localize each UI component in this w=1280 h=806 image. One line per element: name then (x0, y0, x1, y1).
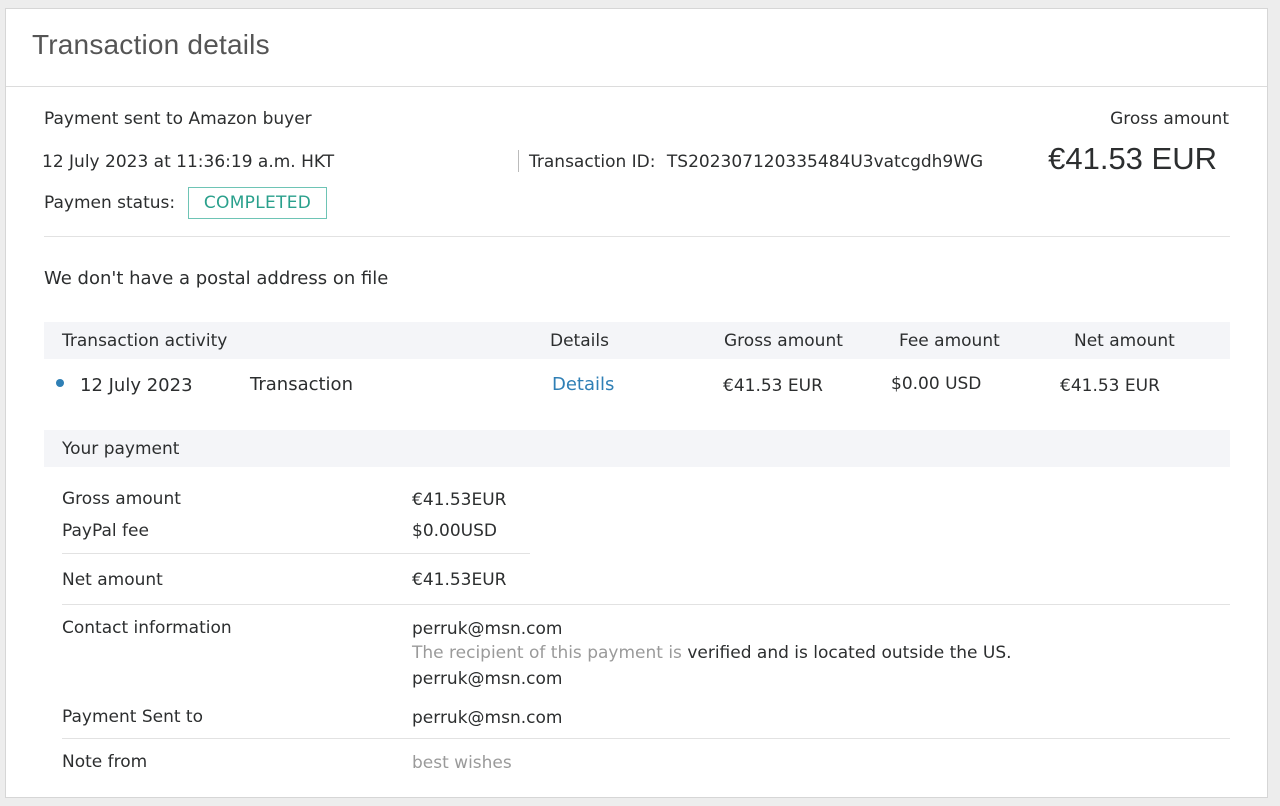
activity-date: 12 July 2023 (80, 375, 193, 396)
contact-email: perruk@msn.com (412, 619, 563, 639)
transaction-description: Payment sent to Amazon buyer (44, 109, 312, 129)
note-value: best wishes (412, 753, 512, 773)
note-label: Note from (62, 752, 148, 772)
activity-fee: $0.00 USD (891, 374, 982, 394)
sent-to-value: perruk@msn.com (412, 708, 563, 728)
contact-email-secondary: perruk@msn.com (412, 669, 563, 689)
status-badge: COMPLETED (188, 187, 327, 219)
activity-header-row: Transaction activity Details Gross amoun… (44, 322, 1230, 359)
transaction-id-value: TS202307120335484U3vatcgdh9WG (666, 152, 984, 172)
col-fee: Fee amount (899, 331, 1000, 351)
col-net: Net amount (1074, 331, 1175, 351)
contact-divider (62, 604, 1230, 605)
payment-net-label: Net amount (62, 570, 163, 590)
panel-header: Transaction details (6, 9, 1267, 87)
col-details: Details (550, 331, 609, 351)
address-note: We don't have a postal address on file (44, 268, 389, 289)
payment-net-value: €41.53EUR (412, 570, 507, 590)
note-divider (62, 738, 1230, 739)
gross-amount-value: €41.53 EUR (1048, 141, 1217, 176)
payment-gross-value: €41.53EUR (412, 490, 507, 510)
contact-label: Contact information (62, 618, 232, 638)
col-gross: Gross amount (724, 331, 843, 351)
details-link[interactable]: Details (552, 374, 614, 395)
summary-separator (518, 150, 519, 172)
summary-divider (44, 236, 1230, 237)
verification-prefix: The recipient of this payment is (412, 643, 682, 663)
payment-fee-value: $0.00USD (412, 521, 497, 541)
activity-bullet-icon (56, 379, 64, 387)
page-title: Transaction details (32, 29, 270, 60)
col-activity: Transaction activity (62, 331, 228, 351)
activity-gross: €41.53 EUR (723, 376, 823, 396)
verification-status: verified and is located outside the US. (687, 643, 1012, 663)
verification-note: The recipient of this payment is verifie… (412, 643, 1012, 663)
transaction-datetime: 12 July 2023 at 11:36:19 a.m. HKT (42, 152, 335, 172)
transaction-id-label: Transaction ID: (529, 152, 656, 172)
your-payment-header: Your payment (44, 430, 1230, 467)
activity-type: Transaction (250, 374, 353, 395)
payment-gross-label: Gross amount (62, 489, 181, 509)
gross-amount-label: Gross amount (1110, 109, 1229, 129)
transaction-details-panel: Transaction details Payment sent to Amaz… (5, 8, 1268, 798)
status-label: Paymen status: (44, 193, 176, 213)
net-divider (62, 553, 530, 554)
payment-fee-label: PayPal fee (62, 521, 149, 541)
your-payment-title: Your payment (62, 439, 180, 459)
activity-net: €41.53 EUR (1060, 376, 1160, 396)
sent-to-label: Payment Sent to (62, 707, 203, 727)
transaction-id: Transaction ID: TS202307120335484U3vatcg… (529, 152, 983, 172)
